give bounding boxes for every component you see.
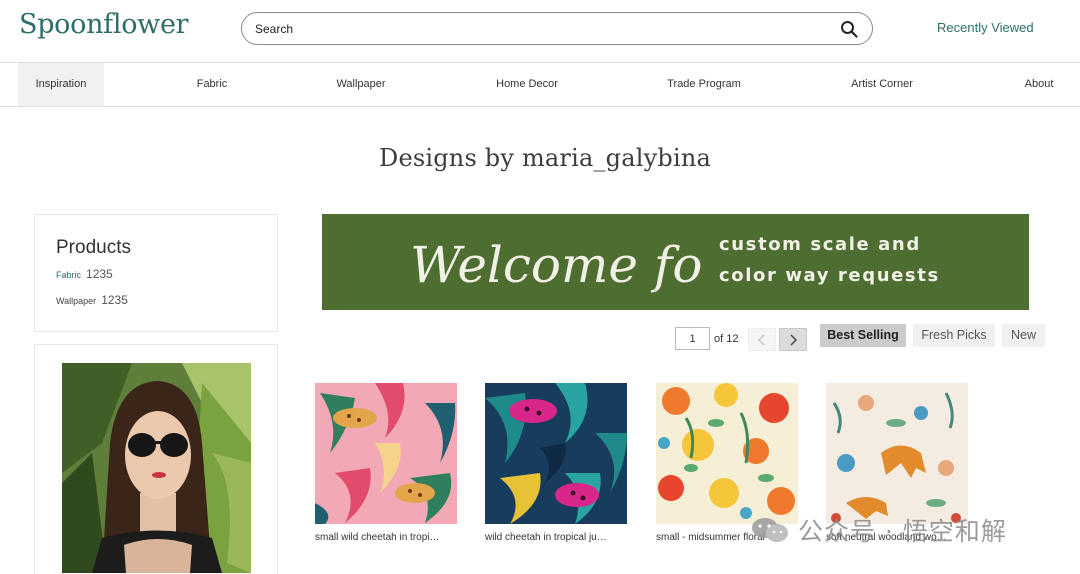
svg-text:Welcome for: Welcome for — [410, 236, 702, 294]
nav-item-trade-program[interactable]: Trade Program — [655, 63, 753, 106]
wechat-icon — [752, 518, 788, 542]
sort-new-button[interactable]: New — [1002, 324, 1045, 347]
products-filter: Products Fabric 1235 Wallpaper 1235 — [34, 214, 278, 332]
design-name[interactable]: wild cheetah in tropical jungle — [485, 532, 611, 543]
nav-item-about[interactable]: About — [1015, 63, 1063, 106]
design-thumbnail[interactable] — [485, 383, 627, 524]
design-thumbnail[interactable] — [315, 383, 457, 524]
designer-avatar[interactable] — [62, 363, 251, 573]
design-thumbnail[interactable] — [826, 383, 968, 524]
welcome-banner[interactable]: Welcome for custom scale and color way r… — [322, 214, 1029, 310]
product-wallpaper-label[interactable]: Wallpaper — [56, 296, 96, 306]
sort-fresh-picks-button[interactable]: Fresh Picks — [913, 324, 995, 347]
nav-item-inspiration[interactable]: Inspiration — [18, 63, 104, 106]
page-title: Designs by maria_galybina — [379, 144, 711, 172]
next-page-button[interactable] — [779, 328, 807, 351]
search-icon[interactable] — [840, 20, 858, 38]
site-header: Spoonflower Recently Viewed — [0, 0, 1080, 62]
page-count-label: of 12 — [714, 333, 739, 345]
wechat-watermark: 公众号 · 悟空和解 — [750, 512, 1007, 548]
design-card[interactable]: small wild cheetah in tropical — [315, 383, 457, 543]
previous-page-button[interactable] — [748, 328, 776, 351]
banner-line-1: custom scale and — [719, 234, 921, 255]
banner-line-2: color way requests — [719, 265, 940, 286]
chevron-right-icon — [790, 333, 798, 346]
nav-item-wallpaper[interactable]: Wallpaper — [325, 63, 397, 106]
main-nav: Inspiration Fabric Wallpaper Home Decor … — [0, 62, 1080, 107]
designer-profile-card — [34, 344, 278, 574]
nav-item-home-decor[interactable]: Home Decor — [482, 63, 572, 106]
search-input[interactable] — [255, 13, 815, 44]
design-name[interactable]: small wild cheetah in tropical — [315, 532, 441, 543]
nav-item-artist-corner[interactable]: Artist Corner — [837, 63, 927, 106]
nav-item-fabric[interactable]: Fabric — [182, 63, 242, 106]
design-card[interactable]: wild cheetah in tropical jungle — [485, 383, 627, 543]
products-heading: Products — [56, 237, 131, 258]
recently-viewed-link[interactable]: Recently Viewed — [937, 20, 1034, 35]
spoonflower-logo[interactable]: Spoonflower — [19, 9, 189, 40]
welcome-script-lettering: Welcome for — [410, 236, 702, 294]
chevron-left-icon — [757, 333, 765, 346]
product-fabric-row[interactable]: Fabric 1235 — [56, 267, 113, 281]
product-fabric-label[interactable]: Fabric — [56, 270, 81, 280]
search-bar[interactable] — [241, 12, 873, 45]
watermark-text: 公众号 · 悟空和解 — [798, 517, 1007, 546]
design-thumbnail[interactable] — [656, 383, 798, 524]
product-fabric-count: 1235 — [86, 267, 113, 281]
page-number-input[interactable] — [675, 327, 710, 350]
product-wallpaper-row[interactable]: Wallpaper 1235 — [56, 293, 128, 307]
sort-best-selling-button[interactable]: Best Selling — [820, 324, 906, 347]
product-wallpaper-count: 1235 — [101, 293, 128, 307]
